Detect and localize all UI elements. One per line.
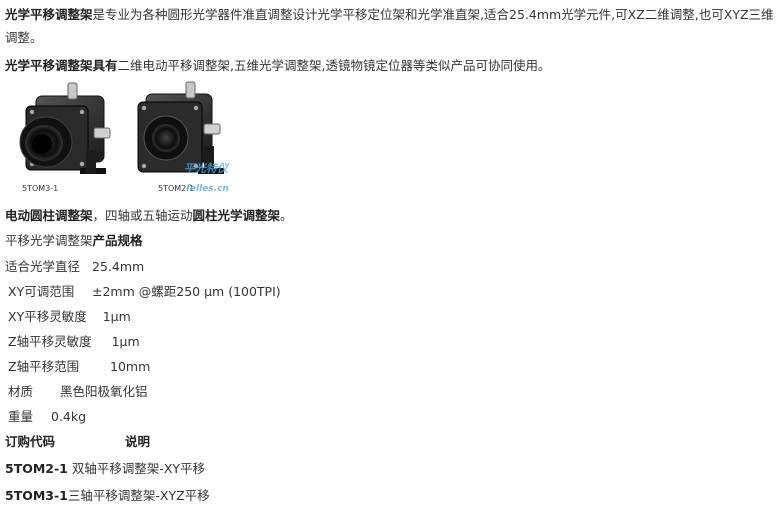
order-row: 5TOM3-1三轴平移调整架-XYZ平移 bbox=[5, 487, 210, 505]
similar-bold: 光学平移调整架具有 bbox=[5, 58, 118, 73]
product-photo: 5TOM3-1 5TOM2-1 平光特仪 felles.cn bbox=[8, 80, 244, 200]
spec-label: Z轴平移范围 bbox=[8, 359, 80, 374]
spec-value: 1µm bbox=[111, 334, 140, 349]
order-code: 5TOM2-1 bbox=[5, 461, 68, 476]
order-code: 5TOM3-1 bbox=[5, 488, 68, 503]
note-end: 。 bbox=[280, 208, 293, 223]
spec-row: XY可调范围 ±2mm @螺距250 µm (100TPI) bbox=[8, 283, 281, 301]
spec-row: 适合光学直径 25.4mm bbox=[5, 258, 144, 276]
intro-text: 是专业为各种圆形光学器件准直调整设计光学平移定位架和光学准直架,适合25.4mm… bbox=[5, 7, 774, 45]
order-row: 5TOM2-1 双轴平移调整架-XY平移 bbox=[5, 460, 205, 478]
spec-value: 1µm bbox=[102, 309, 131, 324]
order-header-desc: 说明 bbox=[125, 434, 151, 449]
spec-label: 重量 bbox=[8, 409, 34, 424]
spec-value: 黑色阳极氧化铝 bbox=[60, 384, 148, 399]
spec-heading-normal: 平移光学调整架 bbox=[5, 233, 93, 248]
spec-row: 材质 黑色阳极氧化铝 bbox=[8, 383, 148, 401]
note-bold-1: 电动圆柱调整架 bbox=[5, 208, 93, 223]
watermark-top: 平光特仪 bbox=[184, 162, 228, 175]
similar-text: 二维电动平移调整架,五维光学调整架,透镜物镜定位器等类似产品可协同使用。 bbox=[117, 58, 551, 73]
spec-heading: 平移光学调整架产品规格 bbox=[5, 232, 143, 250]
order-header: 订购代码 说明 bbox=[5, 433, 150, 451]
note-mid: ，四轴或五轴运动 bbox=[92, 208, 193, 223]
watermark-bottom: felles.cn bbox=[186, 184, 229, 194]
mount-left bbox=[19, 82, 111, 174]
intro-bold: 光学平移调整架 bbox=[5, 7, 93, 22]
spec-label: 材质 bbox=[8, 384, 34, 399]
note-bold-2: 圆柱光学调整架 bbox=[192, 208, 281, 223]
order-desc: 双轴平移调整架-XY平移 bbox=[71, 461, 206, 476]
note-line: 电动圆柱调整架，四轴或五轴运动圆柱光学调整架。 bbox=[5, 207, 293, 225]
spec-label: XY平移灵敏度 bbox=[8, 309, 87, 324]
spec-label: Z轴平移灵敏度 bbox=[8, 334, 92, 349]
order-desc: 三轴平移调整架-XYZ平移 bbox=[67, 488, 210, 503]
mount-illustration bbox=[19, 81, 224, 174]
photo-label-left: 5TOM3-1 bbox=[22, 184, 59, 193]
spec-label: 适合光学直径 bbox=[5, 259, 81, 274]
spec-row: Z轴平移灵敏度 1µm bbox=[8, 333, 140, 351]
spec-value: 25.4mm bbox=[92, 259, 145, 274]
spec-heading-bold: 产品规格 bbox=[92, 233, 143, 248]
similar-products-line: 光学平移调整架具有二维电动平移调整架,五维光学调整架,透镜物镜定位器等类似产品可… bbox=[5, 57, 550, 75]
spec-row: XY平移灵敏度 1µm bbox=[8, 308, 131, 326]
spec-row: 重量 0.4kg bbox=[8, 408, 86, 426]
spec-label: XY可调范围 bbox=[8, 284, 75, 299]
spec-value: 10mm bbox=[110, 359, 151, 374]
intro-paragraph: 光学平移调整架是专业为各种圆形光学器件准直调整设计光学平移定位架和光学准直架,适… bbox=[5, 3, 777, 49]
order-header-code: 订购代码 bbox=[5, 434, 56, 449]
spec-value: ±2mm @螺距250 µm (100TPI) bbox=[92, 284, 281, 299]
spec-row: Z轴平移范围 10mm bbox=[8, 358, 150, 376]
spec-value: 0.4kg bbox=[51, 409, 87, 424]
